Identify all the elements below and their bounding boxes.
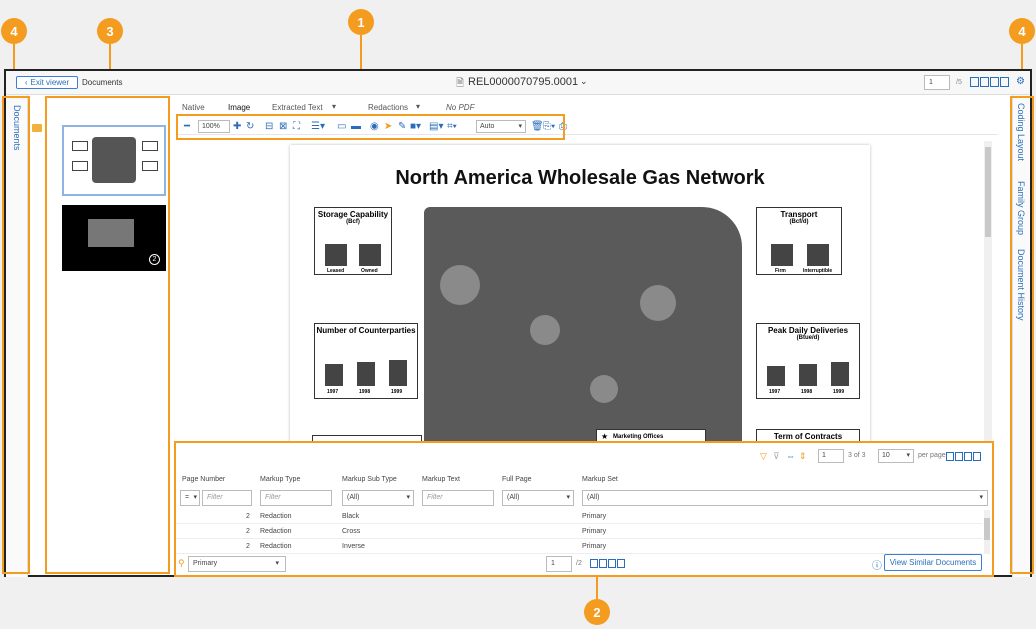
exit-viewer-label: Exit viewer: [30, 78, 70, 87]
last-page-icon[interactable]: [1000, 77, 1009, 87]
storage-label-owned: Owned: [361, 268, 378, 274]
map-detail: [530, 315, 560, 345]
callout-1: 1: [348, 9, 374, 35]
documents-breadcrumb[interactable]: Documents: [82, 78, 122, 87]
extracted-text-chevron-icon[interactable]: ▾: [332, 102, 336, 111]
folder-icon[interactable]: [32, 124, 42, 132]
map-detail: [640, 285, 676, 321]
counterparties-chart-box: Number of Counterparties 1997 1998 1999: [314, 323, 418, 399]
storage-chart-unit: (Bcf): [346, 219, 360, 225]
top-bar: ‹ Exit viewer Documents 🗎 REL0000070795.…: [6, 71, 1030, 95]
deliveries-chart-title: Peak Daily Deliveries: [767, 326, 849, 335]
deliveries-bar-1997: [767, 366, 785, 386]
callout-3: 3: [97, 18, 123, 44]
marketing-offices-label: Marketing Offices: [613, 434, 664, 440]
storage-label-leased: Leased: [327, 268, 345, 274]
callout-4-right: 4: [1009, 18, 1035, 44]
counterparties-bar-1997: [325, 364, 343, 386]
document-title: North America Wholesale Gas Network: [395, 167, 765, 189]
deliveries-label-1999: 1999: [833, 389, 845, 395]
counterparties-label-1997: 1997: [327, 389, 339, 395]
transport-bar-interruptible: [807, 244, 829, 266]
deliveries-label-1997: 1997: [769, 389, 781, 395]
counterparties-label-1998: 1998: [359, 389, 371, 395]
chevron-left-icon: ‹: [24, 78, 28, 87]
annotation-box-thumbnails: [45, 96, 170, 574]
deliveries-label-1998: 1998: [801, 389, 813, 395]
star-icon: ★: [601, 432, 609, 441]
deliveries-chart-box: Peak Daily Deliveries (Btue/d) 1997 1998…: [756, 323, 860, 399]
callout-2: 2: [584, 599, 610, 625]
storage-bar-owned: [359, 244, 381, 266]
transport-bar-firm: [771, 244, 793, 266]
counterparties-bar-1999: [389, 360, 407, 386]
transport-label-firm: Firm: [775, 268, 786, 274]
redactions-chevron-icon[interactable]: ▾: [416, 102, 420, 111]
tab-redactions[interactable]: Redactions: [368, 103, 408, 112]
document-icon: 🗎: [456, 78, 465, 89]
callout-4-left: 4: [1, 18, 27, 44]
transport-chart-box: Transport (Bcf/d) Firm Interruptible: [756, 207, 842, 275]
storage-chart-box: Storage Capability (Bcf) Leased Owned: [314, 207, 392, 275]
tab-image[interactable]: Image: [228, 103, 250, 112]
first-page-icon[interactable]: [970, 77, 979, 87]
storage-bar-leased: [325, 244, 347, 266]
page-total: /5: [956, 79, 962, 86]
map-detail: [440, 265, 480, 305]
tab-extracted-text[interactable]: Extracted Text: [272, 103, 323, 112]
deliveries-bar-1998: [799, 364, 817, 386]
term-of-contracts-title: Term of Contracts: [773, 432, 843, 441]
exit-viewer-button[interactable]: ‹ Exit viewer: [16, 76, 78, 89]
transport-chart-unit: (Bcf/d): [789, 219, 809, 225]
document-title[interactable]: REL0000070795.0001: [468, 76, 578, 88]
next-page-icon[interactable]: [990, 77, 999, 87]
counterparties-chart-title: Number of Counterparties: [316, 326, 416, 335]
deliveries-chart-unit: (Btue/d): [796, 335, 820, 341]
deliveries-bar-1999: [831, 362, 849, 386]
callout-2-line: [596, 577, 598, 599]
annotation-box-toolbar: [176, 114, 565, 140]
gas-network-map-image: [424, 207, 742, 443]
tab-no-pdf: No PDF: [446, 103, 475, 112]
page-navigation: [970, 77, 1009, 87]
map-detail: [590, 375, 618, 403]
document-page[interactable]: North America Wholesale Gas Network Stor…: [290, 145, 870, 443]
transport-chart-title: Transport: [780, 210, 818, 219]
chevron-down-icon[interactable]: ⌄: [580, 76, 588, 87]
page-number-input[interactable]: 1: [924, 75, 950, 90]
counterparties-label-1999: 1999: [391, 389, 403, 395]
annotation-box-markup-panel: [174, 441, 994, 577]
counterparties-bar-1998: [357, 362, 375, 386]
tab-native[interactable]: Native: [182, 103, 205, 112]
gear-icon[interactable]: ⚙: [1016, 76, 1025, 87]
prev-page-icon[interactable]: [980, 77, 989, 87]
viewer-scrollbar-thumb[interactable]: [985, 147, 991, 237]
annotation-box-left-panel: [2, 96, 30, 574]
viewer-scrollbar[interactable]: [984, 141, 992, 441]
annotation-box-right-panel: [1010, 96, 1034, 574]
storage-chart-title: Storage Capability: [317, 210, 389, 219]
transport-label-interruptible: Interruptible: [803, 268, 833, 274]
